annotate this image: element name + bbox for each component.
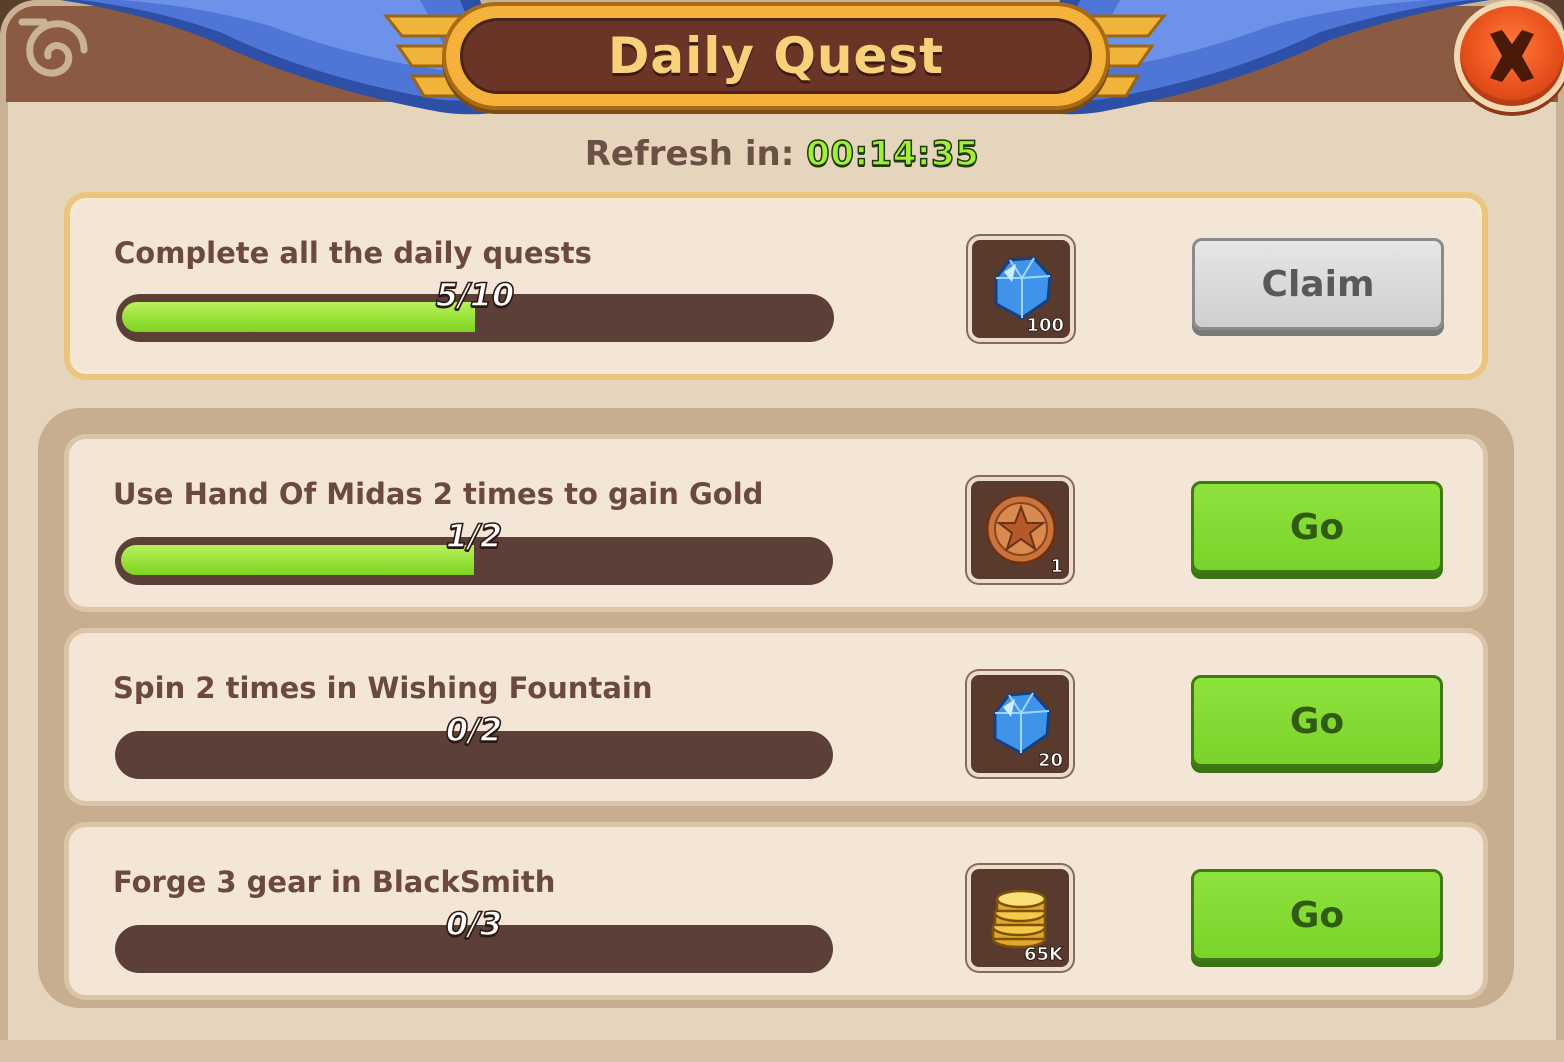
reward-slot: 65K <box>967 865 1073 971</box>
reward-count: 20 <box>1037 750 1064 772</box>
quest-label: Forge 3 gear in BlackSmith <box>113 865 556 899</box>
go-button[interactable]: Go <box>1191 869 1443 961</box>
reward-count: 100 <box>1026 315 1064 337</box>
reward-slot: 20 <box>967 671 1073 777</box>
progress-text: 0/3 <box>445 904 503 944</box>
title-plate-inner: Daily Quest <box>460 18 1092 94</box>
quest-card: Spin 2 times in Wishing Fountain 0/2 20 … <box>64 628 1488 806</box>
quest-card: Use Hand Of Midas 2 times to gain Gold 1… <box>64 434 1488 612</box>
close-button[interactable] <box>1454 0 1564 112</box>
reward-count: 65K <box>1024 944 1064 966</box>
panel-bottom-edge <box>0 1040 1564 1062</box>
progress-text: 5/10 <box>435 275 515 315</box>
page-title: Daily Quest <box>607 27 945 85</box>
go-button[interactable]: Go <box>1191 675 1443 767</box>
reward-slot: 1 <box>967 477 1073 583</box>
daily-quest-screen: Daily Quest Refresh in: 00:14:35 Complet… <box>0 0 1564 1062</box>
quest-label: Spin 2 times in Wishing Fountain <box>113 671 653 705</box>
title-plate: Daily Quest <box>442 2 1110 110</box>
refresh-countdown: 00:14:35 <box>805 133 980 175</box>
star-coin-icon <box>985 493 1057 565</box>
go-button[interactable]: Go <box>1191 481 1443 573</box>
progress-text: 1/2 <box>445 516 503 556</box>
quest-card: Forge 3 gear in BlackSmith 0/3 65K Go <box>64 822 1488 1000</box>
progress-text: 0/2 <box>445 710 503 750</box>
quest-label: Use Hand Of Midas 2 times to gain Gold <box>113 477 764 511</box>
refresh-label: Refresh in: <box>584 134 795 174</box>
reward-slot: 100 <box>968 236 1074 342</box>
claim-button[interactable]: Claim <box>1192 238 1444 330</box>
quest-label: Complete all the daily quests <box>114 236 592 270</box>
close-icon <box>1490 30 1534 82</box>
reward-count: 1 <box>1050 556 1063 578</box>
featured-quest-card: Complete all the daily quests 5/10 100 C… <box>64 192 1488 380</box>
refresh-timer: Refresh in: 00:14:35 <box>0 133 1564 175</box>
